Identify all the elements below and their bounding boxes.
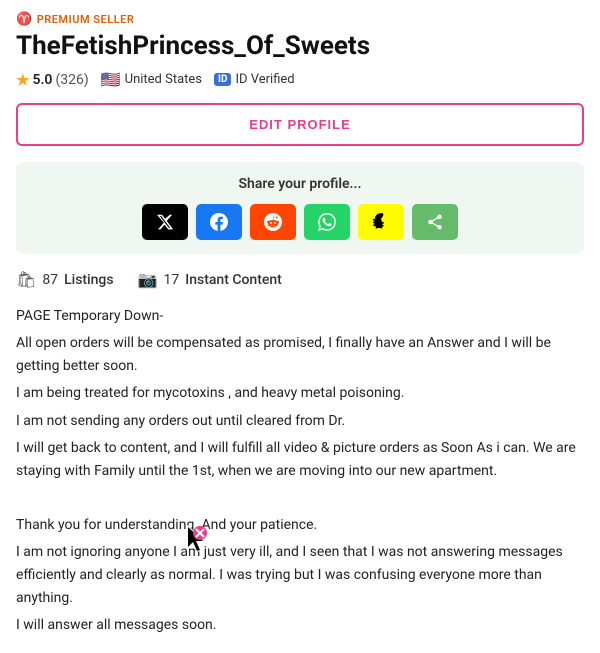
- rating: ★ 5.0 (326): [16, 71, 89, 89]
- bio-line-4: I am not sending any orders out until cl…: [16, 410, 584, 433]
- location: 🇺🇸 United States: [101, 70, 202, 89]
- rating-count: (326): [55, 72, 88, 88]
- username: TheFetishPrincess_Of_Sweets: [16, 31, 584, 62]
- share-facebook-button[interactable]: [196, 204, 242, 240]
- share-section: Share your profile...: [16, 162, 584, 254]
- bio-line-8: I will answer all messages soon.: [16, 614, 584, 637]
- bio-line-7: I am not ignoring anyone I am just very …: [16, 541, 584, 610]
- bio-line-1: PAGE Temporary Down-: [16, 305, 584, 328]
- premium-label: PREMIUM SELLER: [37, 13, 135, 26]
- star-icon: ★: [16, 71, 29, 89]
- bio-line-2: All open orders will be compensated as p…: [16, 332, 584, 378]
- edit-profile-button[interactable]: EDIT PROFILE: [16, 103, 584, 146]
- instant-content-icon: 📷: [138, 270, 158, 289]
- share-reddit-button[interactable]: [250, 204, 296, 240]
- share-general-button[interactable]: [412, 204, 458, 240]
- bio-line-3: I am being treated for mycotoxins , and …: [16, 382, 584, 405]
- listings-stat: 🛍 87 Listings: [16, 270, 114, 289]
- meta-row: ★ 5.0 (326) 🇺🇸 United States ID ID Verif…: [16, 70, 584, 89]
- premium-badge: ♈ PREMIUM SELLER: [16, 12, 584, 27]
- premium-icon: ♈: [16, 12, 33, 27]
- listings-label: Listings: [64, 272, 114, 288]
- id-verified: ID ID Verified: [214, 72, 295, 87]
- share-whatsapp-button[interactable]: [304, 204, 350, 240]
- id-icon: ID: [214, 73, 231, 86]
- listings-count: 87: [42, 272, 58, 288]
- id-verified-text: ID Verified: [235, 72, 294, 87]
- share-buttons: [32, 204, 568, 240]
- share-title: Share your profile...: [32, 176, 568, 192]
- share-snapchat-button[interactable]: [358, 204, 404, 240]
- bio-line-5: I will get back to content, and I will f…: [16, 437, 584, 483]
- instant-content-stat: 📷 17 Instant Content: [138, 270, 282, 289]
- bio-line-6: Thank you for understanding. And your pa…: [16, 514, 584, 537]
- rating-value: 5.0: [32, 72, 52, 88]
- instant-count: 17: [163, 272, 179, 288]
- bio-spacer: [16, 487, 584, 510]
- instant-label: Instant Content: [185, 272, 282, 288]
- listings-icon: 🛍: [16, 270, 36, 289]
- stats-row: 🛍 87 Listings 📷 17 Instant Content: [16, 270, 584, 289]
- share-twitter-button[interactable]: [142, 204, 188, 240]
- location-text: United States: [125, 72, 202, 87]
- flag-icon: 🇺🇸: [101, 70, 121, 89]
